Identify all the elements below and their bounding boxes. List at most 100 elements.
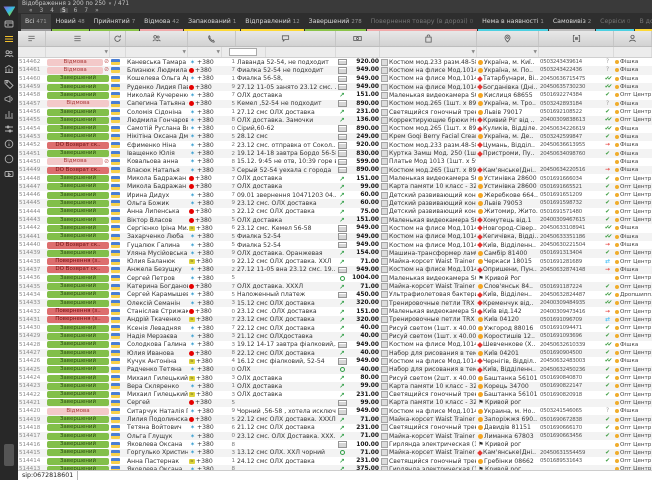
order-row[interactable]: 514428ЗавершенийСолодкова Галина В..✶+38… [18,341,652,349]
order-row[interactable]: 514443ЗавершенийВіктор Власов+3805ОЛХ до… [18,216,652,224]
filter-cell-3[interactable]: ▼ [126,47,188,57]
column-header-money[interactable] [336,31,380,46]
order-row[interactable]: 514455ЗавершенийЛюдмила Гончарова✶+3808О… [18,116,652,124]
order-row[interactable]: 514460ЗавершенийКошелева Ольга Ар..✶+380… [18,75,652,83]
tab-7[interactable]: Повернення товару (в дорозі)0 [367,14,478,31]
filter-dropdown-icon[interactable]: ▼ [183,50,186,55]
order-row[interactable]: 514421ЗавершенийСергей+380599.00Карта па… [18,399,652,407]
filter-cell-9[interactable]: ▼ [477,47,539,57]
order-row[interactable]: 514440DO Возврат ск..Гуцалюк Галина✶+380… [18,241,652,249]
order-row[interactable]: 514439ЗавершенийУляна Мусійовська✶+3809О… [18,249,652,257]
order-row[interactable]: 514418ЗавершенийТетяна Войтович✶+380621.… [18,424,652,432]
filter-dropdown-icon[interactable]: ▼ [105,50,108,55]
tab-11[interactable]: В дорозі додому0 [635,14,652,31]
order-row[interactable]: 514452DO Возврат ск..Єфименко Ніна✶+3802… [18,141,652,149]
column-header-ttn[interactable] [539,31,614,46]
order-row[interactable]: 514434ЗавершенийСергей Карамышев✶+3805На… [18,291,652,299]
order-row[interactable]: 514459ЗавершенийРуденко Лидия Пав..+3809… [18,83,652,91]
order-row[interactable]: 514423ЗавершенийВера Скляренко✶+3801ОЛХ … [18,382,652,390]
address-text: Кременчук від.. [483,300,533,307]
order-row[interactable]: 514446ЗавершенийИрина Дидух✶+380709.01 з… [18,191,652,199]
order-row[interactable]: 514429ЗавершенийНадія Мерзаєва✶+380321.1… [18,332,652,340]
order-row[interactable]: 514461Відмова⊘Близнюк Людмила ..+3807Фиа… [18,66,652,74]
sidebar-scroll-thumb[interactable] [4,444,14,466]
order-row[interactable]: 514420ВідмоваСитарчук Наталія Гр..✶+3809… [18,407,652,415]
column-header-bag[interactable] [380,31,477,46]
order-row[interactable]: 514457ВідмоваСапегина Татьяна С..+3805Ке… [18,100,652,108]
order-row[interactable]: 514433ЗавершенийОлексій Семанін✶+380315.… [18,299,652,307]
sidebar-item-price-tag[interactable] [0,76,18,91]
order-row[interactable]: 514445ЗавершенийОльга Божик✶+380923.12 с… [18,199,652,207]
order-row[interactable]: 514451ЗавершенийІващенко Юлія✶+380219.12… [18,149,652,157]
order-row[interactable]: 514430ЗавершенийКсенія Левадняя✶+380722.… [18,324,652,332]
order-row[interactable]: 514425ЗавершенийРадченко Тетяна✶+3800ОЛХ… [18,366,652,374]
filter-dropdown-icon[interactable]: ▼ [217,50,220,55]
sidebar-item-warehouse[interactable] [0,61,18,76]
order-row[interactable]: 514444ЗавершенийАнна Липенська+380322.12… [18,208,652,216]
order-row[interactable]: 514416ЗавершенийЯковлева Оксана✶+3808100… [18,440,652,448]
order-row[interactable]: 514417ЗавершенийОльга Глущук✶+380023.12 … [18,432,652,440]
tab-6[interactable]: Завершений278 [305,14,366,31]
order-row[interactable]: 514462Відмова⊘Каневська Тамара ..✶+3801Л… [18,58,652,66]
order-row[interactable]: 514448ЗавершенийМикола Бадражан+3807ОЛХ … [18,174,652,182]
column-header-people[interactable] [126,31,188,46]
order-row[interactable]: 514449DO Возврат ск..Власюк Наталья✶+380… [18,166,652,174]
order-row[interactable]: 514431Повернення (з..Андрій Ткаченкоlc+3… [18,316,652,324]
sip-link-text[interactable]: sip:0672818601 [18,471,78,480]
order-row[interactable]: 514435ЗавершенийКатерина Богданова+3807О… [18,282,652,290]
sidebar-item-info[interactable] [0,136,18,151]
order-row[interactable]: 514438Повернення (з..Юлия Баланюкlc+3809… [18,258,652,266]
filter-dropdown-icon[interactable]: ▼ [534,50,537,55]
order-row[interactable]: 514427ЗавершенийЮлия Иванова+380822.12 с… [18,349,652,357]
order-row[interactable]: 514432Повернення (з..Станіслав Стрижак+3… [18,307,652,315]
phone-filter-input[interactable] [229,48,257,56]
filter-cell-5[interactable] [222,47,266,57]
tab-8[interactable]: Нема в наявності1 [478,14,548,31]
tab-1[interactable]: Новий48 [52,14,89,31]
column-header-rows[interactable] [18,31,46,46]
order-row[interactable]: 514424ЗавершенийМихаил Гилецькийlc+3803О… [18,374,652,382]
column-header-status[interactable] [46,31,110,46]
sidebar-item-support[interactable] [0,151,18,166]
order-row[interactable]: 514437DO Возврат ск..Анжела Безущку✶+380… [18,266,652,274]
tab-5[interactable]: Відправлений12 [241,14,303,31]
column-header-refresh[interactable] [110,31,126,46]
column-header-phone[interactable] [188,31,236,46]
tab-10[interactable]: Сервіси0 [596,14,634,31]
sidebar-item-customers[interactable] [0,46,18,61]
order-row[interactable]: 514453ЗавершенийНікітіна Оксана Дми..✶+3… [18,133,652,141]
tab-0[interactable]: Всі471 [21,14,51,31]
order-comment: 23.12 смс. отправка от Сокол.. [236,141,336,149]
order-row[interactable]: 514447ЗавершенийМикола Бадражан+3807ОЛХ … [18,183,652,191]
order-row[interactable]: 514442ЗавершенийСергієнко Іріна Ми..lc+3… [18,224,652,232]
order-row[interactable]: 514454ЗавершенийСамотій Руслана Во..✶+38… [18,125,652,133]
sidebar-item-reports[interactable] [0,106,18,121]
order-row[interactable]: 514458ЗавершенийНиколай Кучеренко✶+3807О… [18,91,652,99]
order-row[interactable]: 514456ЗавершенийСоломія Сідоніна✶+380127… [18,108,652,116]
tab-3[interactable]: Відмова42 [140,14,183,31]
order-row[interactable]: 514419ЗавершенийЛилия Подолинская+380522… [18,415,652,423]
order-row[interactable]: 514450Відмова⊘Ковальова анна✶+380815.12.… [18,158,652,166]
tab-9[interactable]: Самовивіз2 [549,14,595,31]
tab-4[interactable]: Запакований1 [184,14,240,31]
filter-cell-1[interactable]: ▼ [46,47,110,57]
order-row[interactable]: 514422ЗавершенийМихаил Гилецькийlc+3803О… [18,391,652,399]
order-row[interactable]: 514441ЗавершенийЗахарченко Люба✶+3805Фиа… [18,233,652,241]
sidebar-item-megaphone[interactable] [0,91,18,106]
filter-dropdown-icon[interactable]: ▼ [472,50,475,55]
page-size-dropdown[interactable]: ▾ [109,1,112,7]
column-header-person[interactable] [614,31,652,46]
column-header-pin[interactable] [477,31,539,46]
sidebar-item-settings[interactable] [0,121,18,136]
sidebar-item-dashboard[interactable] [0,16,18,31]
order-row[interactable]: 514426ЗавершенийКучук Антонінаlc+380416.… [18,357,652,365]
filter-cell-8[interactable]: ▼ [380,47,477,57]
order-row[interactable]: 514414ЗавершенийАнна Пастернакlc+380124.… [18,457,652,465]
sidebar-item-orders[interactable] [0,31,18,46]
order-row[interactable]: 514415ЗавершенийГоргулько Христина..✶+38… [18,449,652,457]
sidebar-item-video[interactable] [0,166,18,181]
order-row[interactable]: 514436ЗавершенийСергей Петров✶+38051004.… [18,274,652,282]
filter-cell-4[interactable]: ▼ [188,47,222,57]
column-header-chat[interactable] [236,31,336,46]
tab-2[interactable]: Прийнятий7 [90,14,139,31]
